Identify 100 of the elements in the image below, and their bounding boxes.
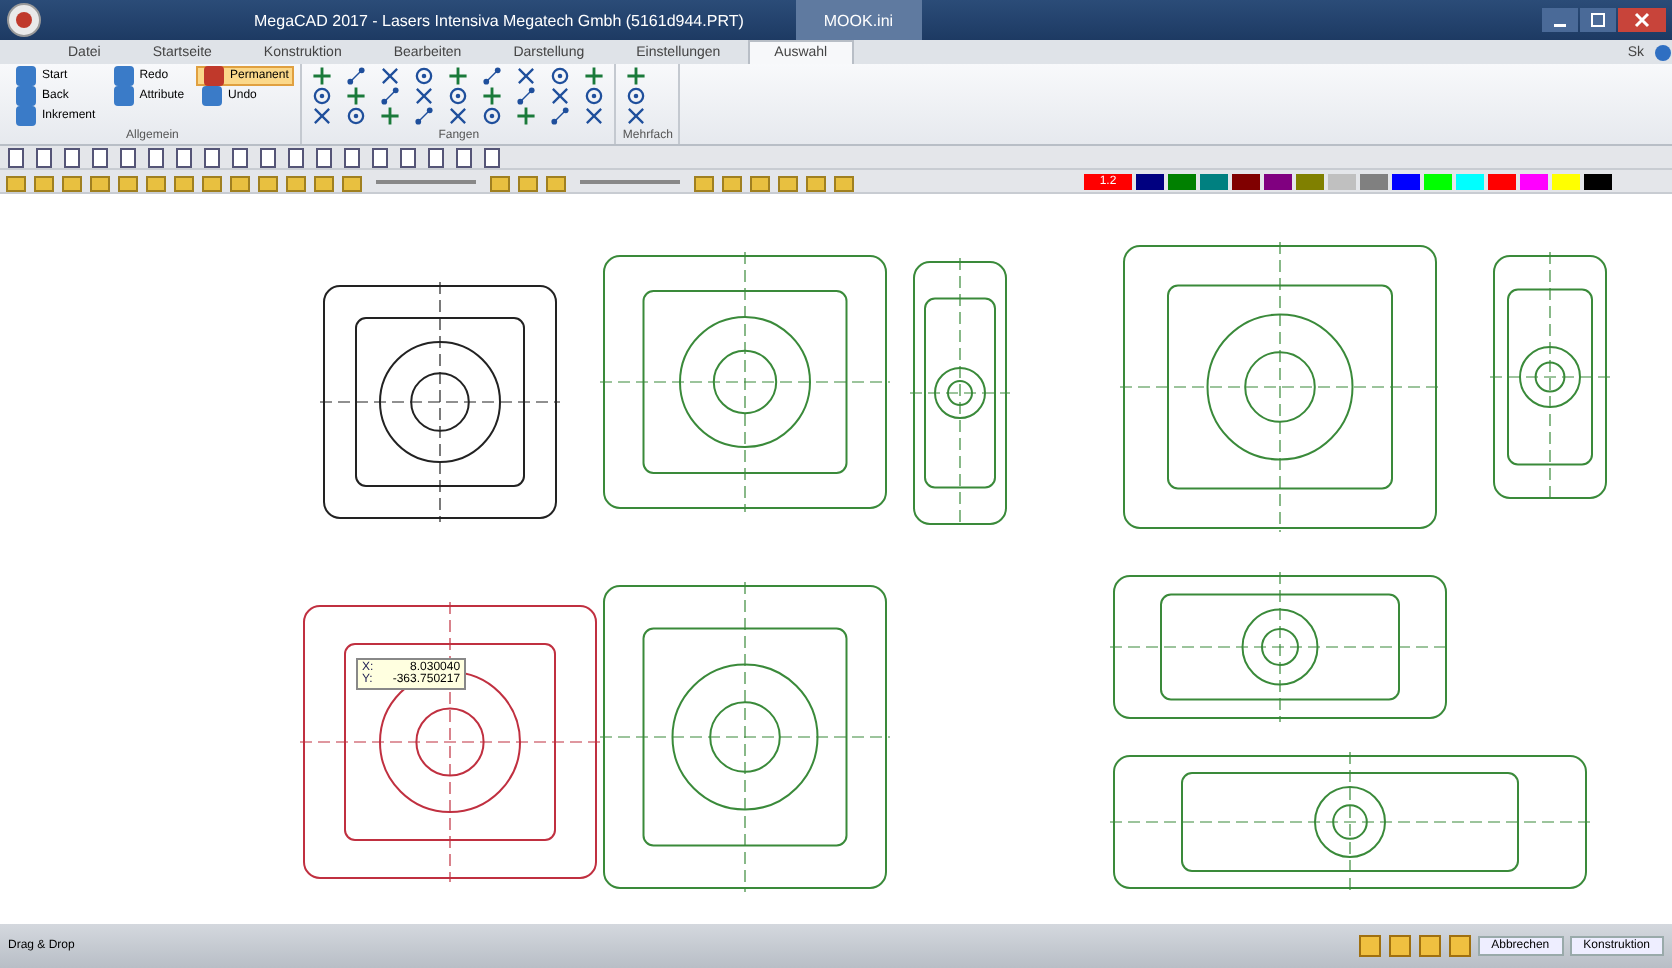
status-tool-button[interactable] — [1447, 935, 1472, 957]
snap-tool-button[interactable] — [546, 106, 575, 126]
snap-icon — [584, 106, 605, 126]
snap-tool-button[interactable] — [308, 66, 337, 86]
toolbar-button[interactable] — [116, 146, 140, 168]
toolbar-button[interactable] — [480, 146, 504, 168]
toolbar-button[interactable] — [60, 146, 84, 168]
tool-icon — [14, 64, 38, 88]
snap-icon — [312, 106, 333, 126]
toolbar-button[interactable] — [312, 170, 336, 192]
toolbar-button[interactable] — [60, 170, 84, 192]
snap-icon — [626, 66, 647, 86]
status-tool-button[interactable] — [1417, 935, 1442, 957]
color-swatch[interactable] — [1392, 173, 1420, 189]
snap-icon — [380, 86, 401, 106]
toolbar-button[interactable] — [692, 170, 716, 192]
snap-tool-button[interactable] — [512, 86, 541, 106]
snap-tool-button[interactable] — [580, 66, 609, 86]
snap-tool-button[interactable] — [376, 106, 405, 126]
tool-icon — [1387, 934, 1412, 958]
toolbar-button[interactable] — [748, 170, 772, 192]
maximize-button[interactable] — [1580, 8, 1616, 32]
color-swatch[interactable] — [1264, 173, 1292, 189]
app-logo-icon[interactable] — [6, 2, 42, 38]
toolbar-button[interactable] — [4, 146, 28, 168]
color-swatch[interactable] — [1360, 173, 1388, 189]
snap-tool-button[interactable] — [512, 106, 541, 126]
snap-icon — [346, 66, 367, 86]
toolbar-button[interactable] — [340, 146, 364, 168]
toolbar-button[interactable] — [200, 146, 224, 168]
toolbar-button[interactable] — [312, 146, 336, 168]
color-swatch[interactable] — [1584, 173, 1612, 189]
snap-tool-button[interactable] — [376, 86, 405, 106]
toolbar-button[interactable] — [144, 146, 168, 168]
snap-tool-button[interactable] — [342, 66, 371, 86]
tool-icon — [202, 64, 227, 88]
toolbar-button[interactable] — [172, 170, 196, 192]
context-tab-title: MOOK.ini — [795, 0, 922, 40]
color-swatch[interactable] — [1296, 173, 1324, 189]
window-title: MegaCAD 2017 - Lasers Intensiva Megatech Gmbh (5161d944.PRT) — [254, 11, 744, 29]
help-icon[interactable] — [1654, 43, 1672, 61]
snap-icon — [550, 66, 571, 86]
toolbar-button[interactable] — [396, 146, 420, 168]
tool-icon — [14, 104, 38, 128]
toolbar-button[interactable] — [144, 170, 168, 192]
toolbar-button[interactable] — [804, 170, 828, 192]
snap-icon — [448, 106, 469, 126]
toolbar-button[interactable] — [720, 170, 744, 192]
tool-icon — [1447, 934, 1472, 958]
toolbar-button[interactable] — [368, 146, 392, 168]
toolbar-button[interactable] — [452, 146, 476, 168]
toolbar-button[interactable] — [284, 146, 308, 168]
toolbar-button[interactable] — [488, 170, 512, 192]
color-swatch[interactable] — [1168, 173, 1196, 189]
toolbar-button[interactable] — [32, 146, 56, 168]
color-swatch[interactable] — [1328, 173, 1356, 189]
status-tool-button[interactable] — [1387, 935, 1412, 957]
toolbar-button[interactable] — [256, 146, 280, 168]
status-tool-button[interactable] — [1357, 935, 1382, 957]
color-swatch[interactable] — [1456, 173, 1484, 189]
color-swatch[interactable] — [1520, 173, 1548, 189]
snap-tool-button[interactable] — [478, 86, 507, 106]
snap-tool-button[interactable] — [444, 66, 473, 86]
snap-icon — [626, 106, 647, 126]
snap-tool-button[interactable] — [410, 106, 439, 126]
snap-icon — [380, 106, 401, 126]
toolbar-button[interactable] — [340, 170, 364, 192]
snap-icon — [516, 106, 537, 126]
toolbar-button[interactable] — [256, 170, 280, 192]
toolbar-button[interactable] — [116, 170, 140, 192]
toolbar-button[interactable] — [544, 170, 568, 192]
snap-tool-button[interactable] — [622, 66, 651, 86]
color-swatch[interactable] — [1552, 173, 1580, 189]
toolbar-button[interactable] — [172, 146, 196, 168]
minimize-button[interactable] — [1542, 8, 1578, 32]
toolbar-button[interactable] — [516, 170, 540, 192]
snap-icon — [550, 106, 571, 126]
snap-icon — [312, 66, 333, 86]
toolbar-button[interactable] — [228, 170, 252, 192]
toolbar-button[interactable] — [284, 170, 308, 192]
toolbar-button[interactable] — [200, 170, 224, 192]
tool-icon — [1417, 934, 1442, 958]
color-swatch[interactable] — [1424, 173, 1452, 189]
toolbar-button[interactable] — [228, 146, 252, 168]
snap-tool-button[interactable] — [342, 86, 371, 106]
color-swatch[interactable] — [1200, 173, 1228, 189]
toolbar-button[interactable] — [88, 170, 112, 192]
color-swatch[interactable] — [1136, 173, 1164, 189]
toolbar-button[interactable] — [32, 170, 56, 192]
toolbar-button[interactable] — [424, 146, 448, 168]
snap-icon — [584, 86, 605, 106]
color-swatch[interactable] — [1488, 173, 1516, 189]
color-swatch[interactable] — [1232, 173, 1260, 189]
toolbar-button[interactable] — [88, 146, 112, 168]
toolbar-button[interactable] — [832, 170, 856, 192]
toolbar-button[interactable] — [776, 170, 800, 192]
close-button[interactable] — [1618, 8, 1666, 32]
tool-icon — [1357, 934, 1382, 958]
snap-tool-button[interactable] — [478, 66, 507, 86]
toolbar-button[interactable] — [4, 170, 28, 192]
